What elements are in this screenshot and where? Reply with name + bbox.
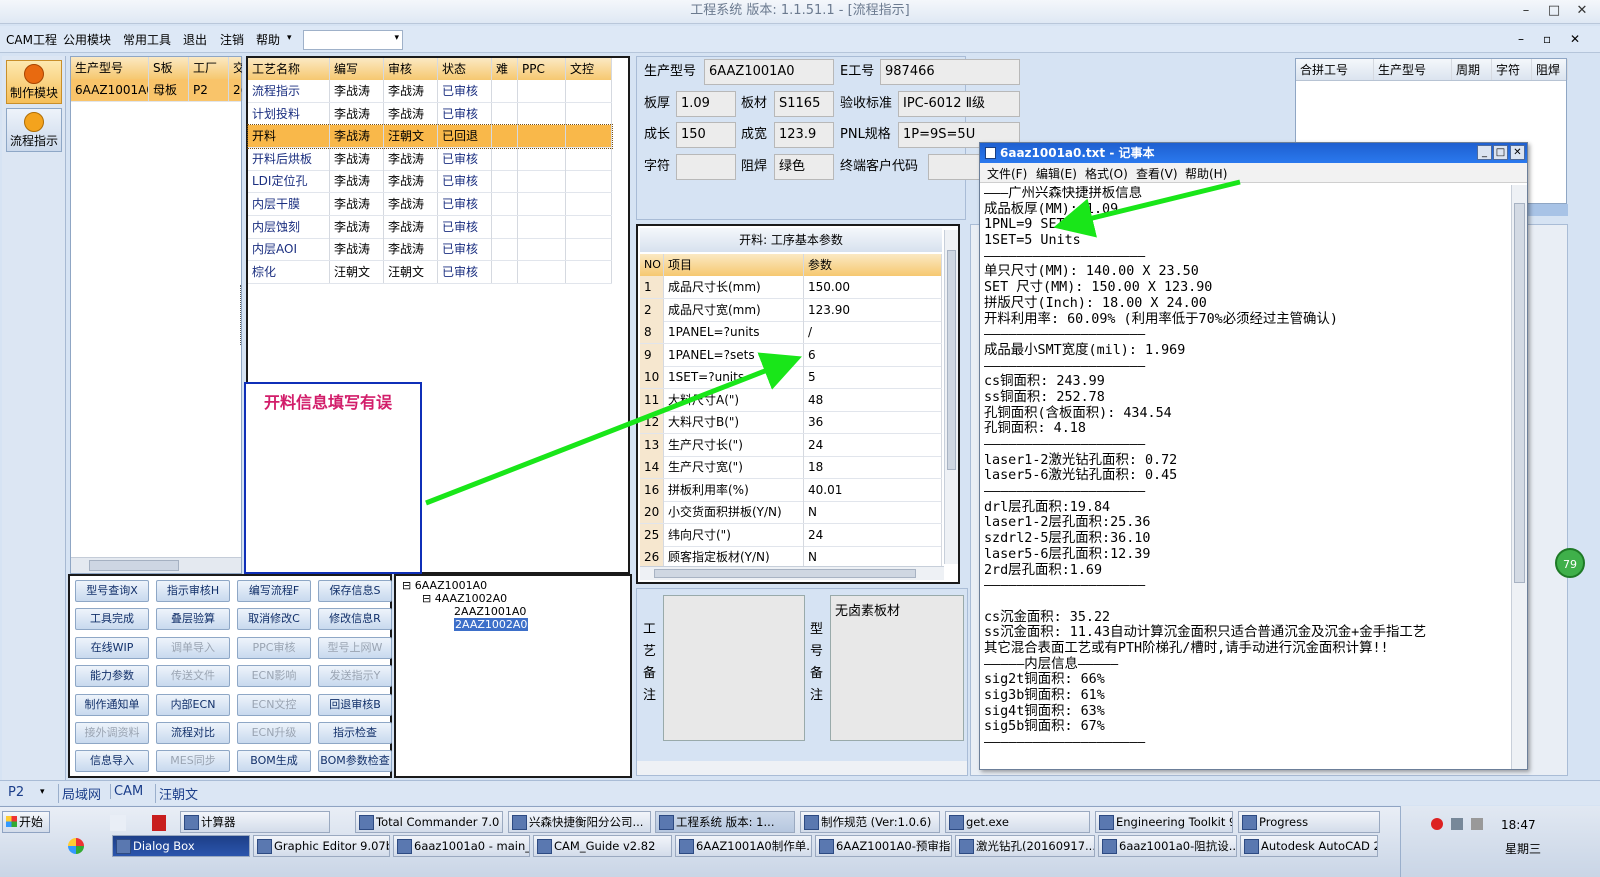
taskbar-button[interactable]: 6aaz1001a0 - main_qa [393, 835, 530, 857]
app-icon [819, 839, 834, 854]
factory-select[interactable]: P2 [8, 785, 24, 800]
taskbar-button[interactable]: 计算器 [180, 811, 330, 833]
taskbar-button[interactable]: 6aaz1001a0-阻抗设... [1098, 835, 1237, 857]
taskbar-button[interactable]: Total Commander 7.0 ... [355, 811, 503, 833]
taskbar-button[interactable]: get.exe [945, 811, 1090, 833]
app-icon [959, 839, 974, 854]
app-icon [659, 815, 674, 830]
start-button[interactable]: 开始 [2, 811, 50, 833]
taskbar-button[interactable]: Graphic Editor 9.07b... [253, 835, 390, 857]
taskbar-button[interactable]: Autodesk AutoCAD 2... [1240, 835, 1378, 857]
taskbar-button[interactable]: 工程系统 版本: 1... [655, 811, 795, 833]
app-icon [537, 839, 552, 854]
app-icon [1244, 839, 1259, 854]
network-icon[interactable] [1451, 818, 1463, 830]
net-status: 局域网 [58, 784, 101, 803]
status-badge[interactable]: 79 [1555, 548, 1585, 578]
arrow-overlay [425, 179, 1241, 506]
taskbar-button[interactable]: 激光钻孔(20160917... [955, 835, 1095, 857]
app-icon [1099, 815, 1114, 830]
taskbar-button[interactable]: Engineering Toolkit 9.... [1095, 811, 1233, 833]
app-icon [804, 815, 819, 830]
arrow-to-notepad [1053, 179, 1241, 238]
arrow-to-params [425, 352, 802, 506]
app-icon [359, 815, 374, 830]
taskbar-button[interactable]: 6AAZ1001A0制作单.... [675, 835, 812, 857]
tray-icon[interactable] [1431, 818, 1443, 830]
system-tray: 18:47 星期三 [1400, 806, 1600, 877]
status-bar: P2 ▾ 局域网 CAM 汪朝文 [0, 780, 1600, 805]
app-icon [257, 839, 272, 854]
clock-time: 18:47 [1501, 818, 1536, 832]
taskbar-button[interactable]: 制作规范 (Ver:1.0.6) [800, 811, 940, 833]
taskbar-button[interactable]: Dialog Box [112, 835, 250, 857]
app-icon [397, 839, 412, 854]
chevron-down-icon[interactable]: ▾ [40, 787, 45, 797]
taskbar-button[interactable]: Progress [1238, 811, 1380, 833]
app-icon [679, 839, 694, 854]
windows-logo-icon [6, 816, 17, 827]
quicklaunch-icon[interactable] [68, 838, 84, 854]
clock-day: 星期三 [1505, 842, 1542, 856]
taskbar-button[interactable]: 6AAZ1001A0-预审指... [815, 835, 952, 857]
app-icon [184, 815, 199, 830]
app-icon [512, 815, 527, 830]
app-icon [1102, 839, 1117, 854]
taskbar-button[interactable]: CAM_Guide v2.82 [533, 835, 672, 857]
app-icon [949, 815, 964, 830]
app-icon [116, 839, 131, 854]
user-status: 汪朝文 [155, 784, 198, 803]
cam-status: CAM [110, 784, 143, 799]
taskbar-button[interactable]: 兴森快捷衡阳分公司... [508, 811, 651, 833]
app-icon [1242, 815, 1257, 830]
volume-icon[interactable] [1471, 818, 1483, 830]
pdf-icon[interactable] [152, 815, 166, 831]
ie-icon[interactable] [110, 815, 126, 831]
